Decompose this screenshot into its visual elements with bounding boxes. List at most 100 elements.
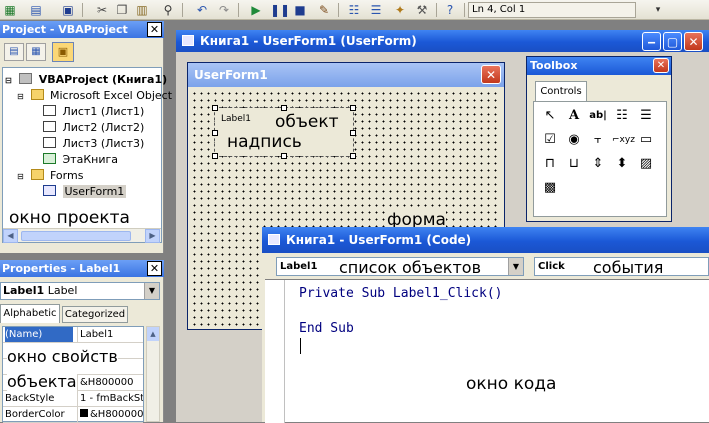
tab-categorized[interactable]: Categorized <box>62 306 128 323</box>
resize-handle[interactable] <box>350 130 356 136</box>
resize-handle[interactable] <box>212 105 218 111</box>
tab-alphabetic[interactable]: Alphabetic <box>0 304 60 323</box>
copy-icon[interactable]: ❐ <box>114 2 130 18</box>
tree-item-sheet2[interactable]: Лист2 (Лист2) <box>43 120 144 136</box>
help-icon[interactable]: ? <box>442 2 458 18</box>
resize-handle[interactable] <box>281 105 287 111</box>
redo-icon[interactable]: ↷ <box>216 2 232 18</box>
collapse-icon[interactable]: ⊟ <box>5 73 15 89</box>
scroll-thumb[interactable] <box>21 231 131 241</box>
properties-vertical-scrollbar[interactable]: ▲ <box>146 326 160 422</box>
project-horizontal-scrollbar[interactable]: ◀ ▶ <box>3 228 161 243</box>
label1-control[interactable]: Label1 объект надпись <box>212 105 356 159</box>
toolbox-window: Toolbox ✕ Controls ↖ A ab| ☷ ☰ ☑ ◉ ⫟ ⌐xy… <box>526 56 672 222</box>
text-cursor <box>300 338 301 354</box>
frame-tool-icon[interactable]: ⌐xyz <box>612 130 635 150</box>
excel-icon[interactable]: ▦ <box>2 2 18 18</box>
project-tree: ⊟ VBAProject (Книга1) ⊟ Microsoft Excel … <box>2 67 172 243</box>
spinbutton-tool-icon[interactable]: ⬍ <box>612 154 632 174</box>
view-code-icon[interactable]: ▤ <box>4 43 24 61</box>
userform-designer-titlebar[interactable]: Книга1 - UserForm1 (UserForm) ‒ ▢ ✕ <box>176 30 709 52</box>
pointer-tool-icon[interactable]: ↖ <box>540 106 560 126</box>
command-button-tool-icon[interactable]: ▭ <box>636 130 656 150</box>
refedit-tool-icon[interactable]: ▩ <box>540 178 560 198</box>
view-object-icon[interactable]: ▦ <box>26 43 46 61</box>
procedure-list-combo[interactable]: Click события <box>534 257 709 276</box>
properties-pane: Properties - Label1 ✕ Label1 Label ▼ Alp… <box>0 260 164 423</box>
toolbox-titlebar[interactable]: Toolbox ✕ <box>527 57 671 75</box>
project-explorer-icon[interactable]: ☷ <box>346 2 362 18</box>
close-icon[interactable]: ✕ <box>684 32 703 51</box>
listbox-tool-icon[interactable]: ☰ <box>636 106 656 126</box>
userform-dialog-titlebar[interactable]: UserForm1 ✕ <box>188 63 504 87</box>
tree-item-userform1[interactable]: UserForm1 <box>43 184 127 200</box>
tree-item-sheet3[interactable]: Лист3 (Лист3) <box>43 136 144 152</box>
tabstrip-tool-icon[interactable]: ⊓ <box>540 154 560 174</box>
properties-title-text: Properties - Label1 <box>2 262 121 275</box>
textbox-tool-icon[interactable]: ab| <box>588 106 608 126</box>
resize-handle[interactable] <box>281 153 287 159</box>
code-editor[interactable]: Private Sub Label1_Click() End Sub окно … <box>265 279 709 423</box>
option-button-tool-icon[interactable]: ◉ <box>564 130 584 150</box>
annotation-properties-window-1: окно свойств <box>7 347 118 366</box>
procedure-list-value: Click <box>538 261 565 272</box>
toolbar-options-icon[interactable]: ▾ <box>652 2 664 18</box>
save-icon[interactable]: ▣ <box>60 2 76 18</box>
checkbox-tool-icon[interactable]: ☑ <box>540 130 560 150</box>
image-tool-icon[interactable]: ▨ <box>636 154 656 174</box>
chevron-down-icon[interactable]: ▼ <box>144 283 159 299</box>
combobox-tool-icon[interactable]: ☷ <box>612 106 632 126</box>
annotation-object: объект <box>275 112 339 132</box>
scroll-right-icon[interactable]: ▶ <box>145 229 160 243</box>
break-icon[interactable]: ❚❚ <box>270 2 290 18</box>
object-list-combo[interactable]: Label1 список объектов ▼ <box>276 257 524 276</box>
properties-icon[interactable]: ☰ <box>368 2 384 18</box>
paste-icon[interactable]: ▥ <box>134 2 150 18</box>
tree-item-sheet1[interactable]: Лист1 (Лист1) <box>43 104 144 120</box>
find-icon[interactable]: ⚲ <box>160 2 176 18</box>
close-icon[interactable]: ✕ <box>481 65 501 84</box>
resize-handle[interactable] <box>350 153 356 159</box>
object-browser-icon[interactable]: ✦ <box>392 2 408 18</box>
undo-icon[interactable]: ↶ <box>194 2 210 18</box>
reset-icon[interactable]: ■ <box>292 2 308 18</box>
object-selector[interactable]: Label1 Label ▼ <box>0 282 160 300</box>
property-row[interactable]: (Name) Label1 <box>3 327 143 343</box>
chevron-down-icon[interactable]: ▼ <box>508 258 523 275</box>
tree-item-excel-objects[interactable]: ⊟ Microsoft Excel Object <box>17 88 172 104</box>
run-icon[interactable]: ▶ <box>248 2 264 18</box>
toggle-folders-icon[interactable]: ▣ <box>52 42 74 62</box>
project-explorer-pane: Project - VBAProject ✕ ▤ ▦ ▣ ⊟ VBAProjec… <box>0 21 172 253</box>
tree-item-vbaproject[interactable]: ⊟ VBAProject (Книга1) <box>5 72 167 88</box>
scroll-up-icon[interactable]: ▲ <box>147 327 159 341</box>
label-tool-icon[interactable]: A <box>564 106 584 126</box>
code-line[interactable]: Private Sub Label1_Click() <box>299 286 503 301</box>
toolbox-icon[interactable]: ⚒ <box>414 2 430 18</box>
tree-item-thisworkbook[interactable]: ЭтаКнига <box>43 152 118 168</box>
insert-icon[interactable]: ▤ <box>28 2 44 18</box>
color-swatch <box>80 409 88 417</box>
design-mode-icon[interactable]: ✎ <box>316 2 332 18</box>
maximize-icon[interactable]: ▢ <box>663 32 682 51</box>
folder-icon <box>30 89 44 100</box>
close-icon[interactable]: ✕ <box>147 261 162 276</box>
toggle-button-tool-icon[interactable]: ⫟ <box>588 130 608 150</box>
property-row[interactable]: BorderColor &H800000 <box>3 407 143 423</box>
collapse-icon[interactable]: ⊟ <box>17 169 27 185</box>
resize-handle[interactable] <box>212 130 218 136</box>
close-icon[interactable]: ✕ <box>147 22 162 37</box>
multipage-tool-icon[interactable]: ⊔ <box>564 154 584 174</box>
code-line[interactable]: End Sub <box>299 321 354 336</box>
minimize-icon[interactable]: ‒ <box>642 32 661 51</box>
scroll-left-icon[interactable]: ◀ <box>3 229 18 243</box>
tab-controls[interactable]: Controls <box>535 81 587 101</box>
resize-handle[interactable] <box>212 153 218 159</box>
code-window-titlebar[interactable]: Книга1 - UserForm1 (Code) <box>262 227 709 253</box>
close-icon[interactable]: ✕ <box>653 58 669 73</box>
scrollbar-tool-icon[interactable]: ⇕ <box>588 154 608 174</box>
property-row[interactable]: BackStyle 1 - fmBackSty <box>3 391 143 407</box>
tree-item-forms[interactable]: ⊟ Forms <box>17 168 83 184</box>
collapse-icon[interactable]: ⊟ <box>17 89 27 105</box>
cut-icon[interactable]: ✂ <box>94 2 110 18</box>
resize-handle[interactable] <box>350 105 356 111</box>
